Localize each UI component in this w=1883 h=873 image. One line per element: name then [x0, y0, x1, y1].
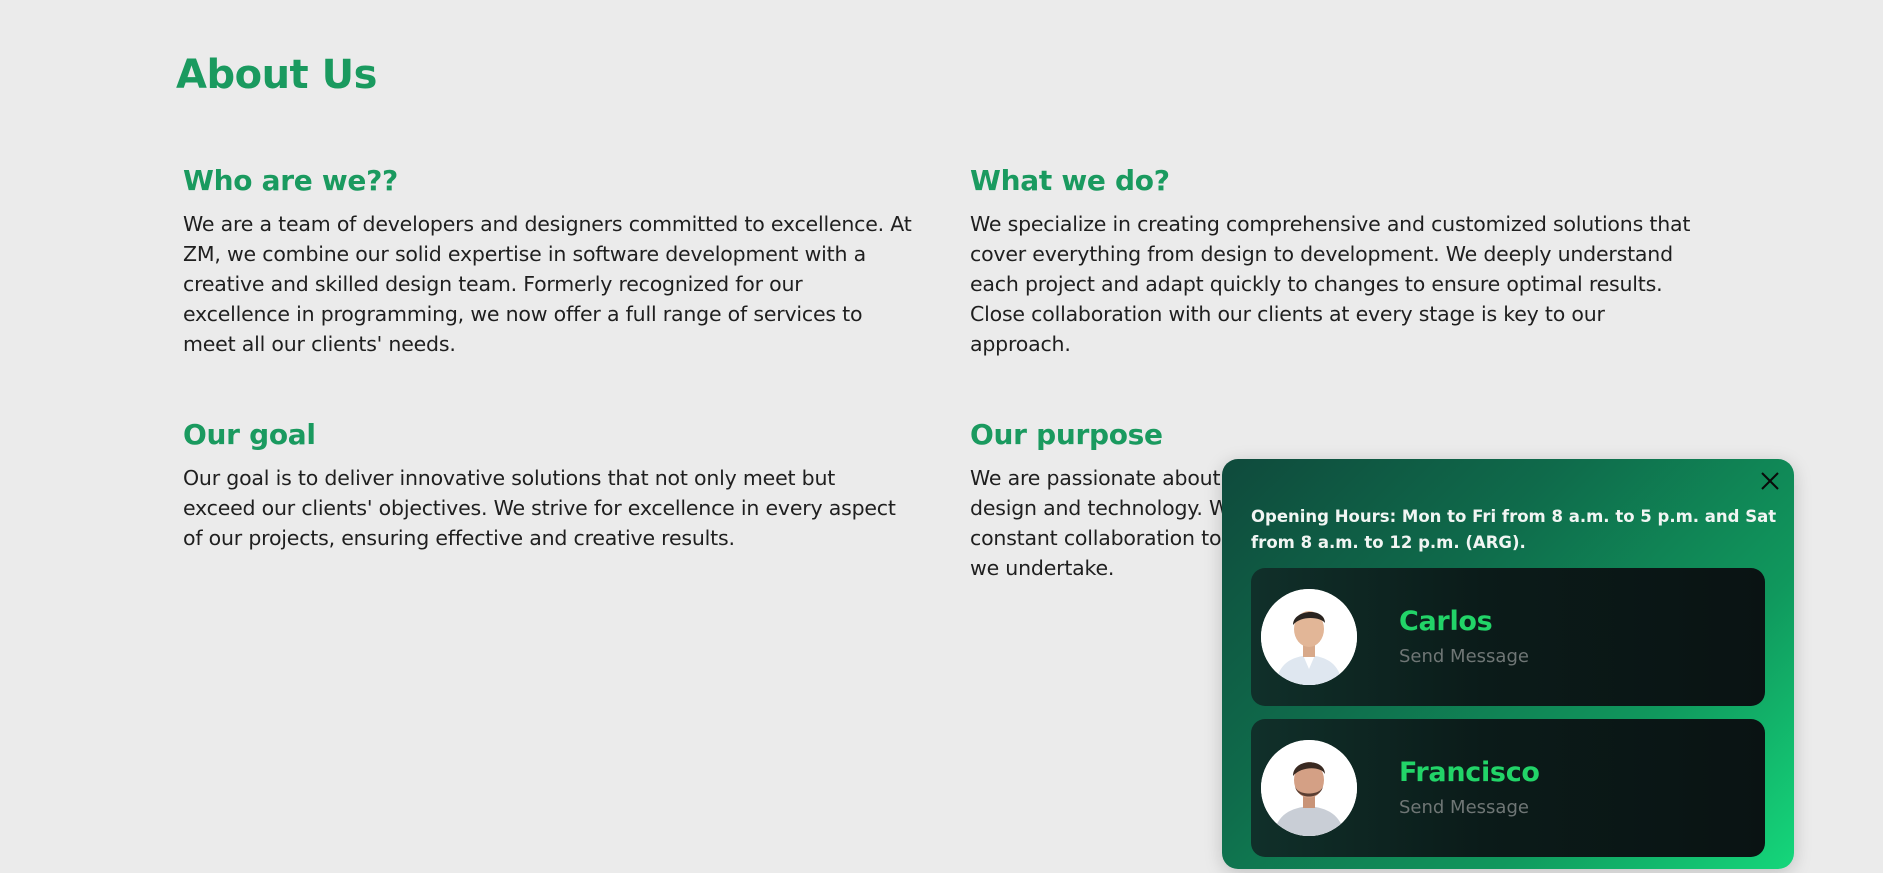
section-body: Our goal is to deliver innovative soluti…: [183, 466, 896, 550]
section-body: We specialize in creating comprehensive …: [970, 212, 1691, 356]
send-message-link[interactable]: Send Message: [1399, 797, 1529, 818]
about-page: About Us Who are we?? We are a team of d…: [0, 0, 1883, 873]
opening-hours: Opening Hours: Mon to Fri from 8 a.m. to…: [1251, 507, 1777, 552]
contact-name: Carlos: [1399, 606, 1493, 637]
send-message-link[interactable]: Send Message: [1399, 646, 1529, 667]
section-our-goal: Our goal Our goal is to deliver innovati…: [183, 418, 913, 553]
section-heading: Our goal: [183, 418, 316, 451]
avatar-photo-icon: [1261, 589, 1357, 685]
section-body: We are a team of developers and designer…: [183, 212, 912, 356]
page-title: About Us: [176, 52, 377, 98]
contact-card-francisco[interactable]: Francisco Send Message: [1251, 719, 1765, 857]
section-what-we-do: What we do? We specialize in creating co…: [970, 164, 1700, 359]
close-button[interactable]: [1754, 465, 1786, 497]
avatar-photo-icon: [1261, 740, 1357, 836]
avatar: [1261, 740, 1357, 836]
section-heading: Who are we??: [183, 164, 398, 197]
section-heading: Our purpose: [970, 418, 1163, 451]
section-who-are-we: Who are we?? We are a team of developers…: [183, 164, 913, 359]
avatar: [1261, 589, 1357, 685]
chat-widget: Opening Hours: Mon to Fri from 8 a.m. to…: [1222, 459, 1794, 869]
contact-card-carlos[interactable]: Carlos Send Message: [1251, 568, 1765, 706]
contact-name: Francisco: [1399, 757, 1540, 788]
close-icon[interactable]: [1754, 465, 1786, 497]
section-heading: What we do?: [970, 164, 1170, 197]
